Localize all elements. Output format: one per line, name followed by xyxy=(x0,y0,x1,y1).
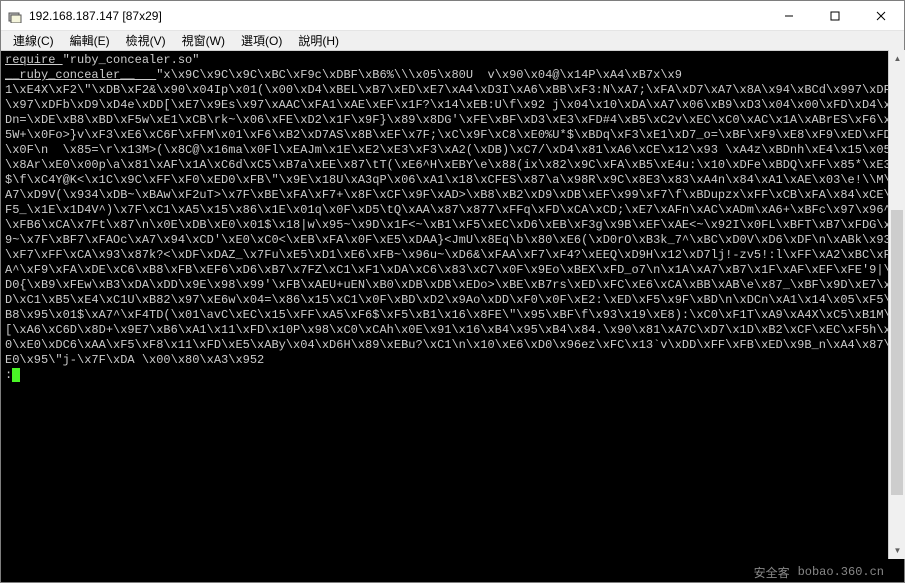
require-keyword: require xyxy=(5,53,63,67)
require-arg: "ruby_concealer.so" xyxy=(63,53,200,67)
footer-url: bobao.360.cn xyxy=(798,565,884,579)
scroll-track[interactable] xyxy=(889,67,905,542)
concealer-call: __ruby_concealer__ xyxy=(5,68,156,82)
cursor xyxy=(12,368,20,382)
concealer-payload-body: 1\xE4X\xF2\"\xDB\xF2&\x90\x04Ip\x01(\x00… xyxy=(5,83,898,367)
menubar: 連線(C) 編輯(E) 檢視(V) 視窗(W) 選項(O) 說明(H) xyxy=(1,31,904,51)
terminal[interactable]: require "ruby_concealer.so" __ruby_conce… xyxy=(1,51,904,562)
scroll-down-button[interactable]: ▼ xyxy=(889,542,905,559)
titlebar[interactable]: 192.168.187.147 [87x29] xyxy=(1,1,904,31)
menu-options[interactable]: 選項(O) xyxy=(233,30,290,51)
app-icon xyxy=(7,8,23,24)
menu-help[interactable]: 說明(H) xyxy=(290,30,347,51)
maximize-button[interactable] xyxy=(812,1,858,31)
window-title: 192.168.187.147 [87x29] xyxy=(29,9,766,23)
menu-edit[interactable]: 編輯(E) xyxy=(62,30,118,51)
minimize-button[interactable] xyxy=(766,1,812,31)
scrollbar[interactable]: ▲ ▼ xyxy=(888,50,905,559)
app-window: 192.168.187.147 [87x29] 連線(C) 編輯(E) 檢視(V… xyxy=(0,0,905,583)
close-button[interactable] xyxy=(858,1,904,31)
footer: 安全客 bobao.360.cn xyxy=(1,562,904,582)
menu-connect[interactable]: 連線(C) xyxy=(5,30,62,51)
scroll-thumb[interactable] xyxy=(891,210,903,495)
prompt: : xyxy=(5,368,12,382)
menu-window[interactable]: 視窗(W) xyxy=(174,30,233,51)
footer-label: 安全客 xyxy=(754,564,790,581)
scroll-up-button[interactable]: ▲ xyxy=(889,50,905,67)
concealer-payload-start: "x\x9C\x9C\x9C\xBC\xF9c\xDBF\xB6%\\\x05\… xyxy=(156,68,682,82)
menu-view[interactable]: 檢視(V) xyxy=(118,30,174,51)
